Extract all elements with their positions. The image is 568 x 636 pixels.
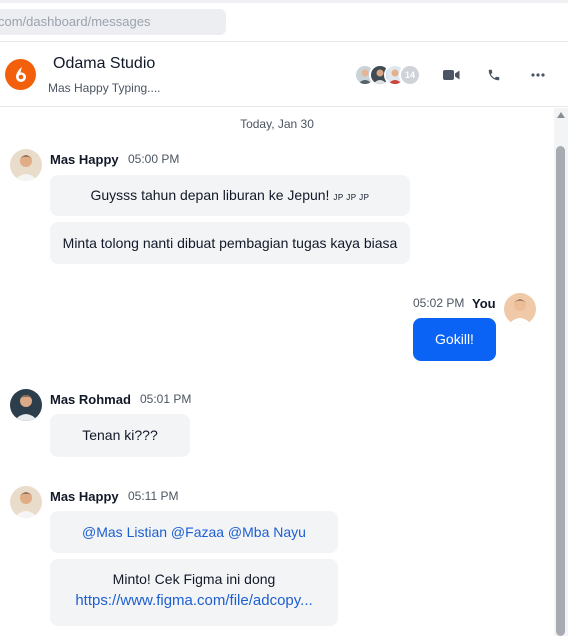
sender-name: Mas Happy [50,152,119,167]
chat-app: com/dashboard/messages Odama Studio Mas … [0,0,568,636]
flag-emojis: JP JP JP [333,193,370,202]
avatar-you[interactable] [504,293,536,325]
message-bubble: Minto! Cek Figma ini dong https://www.fi… [50,559,338,626]
message-text: Guysss tahun depan liburan ke Jepun! [90,187,330,203]
sender-name: Mas Happy [50,489,119,504]
message-time: 05:11 PM [128,489,179,503]
chat-header: Odama Studio Mas Happy Typing.... 14 [0,43,568,107]
voice-call-button[interactable] [484,65,504,85]
scrollbar-thumb[interactable] [556,146,565,636]
avatar-mas-rohmad[interactable] [10,389,42,421]
video-camera-icon [442,70,459,80]
video-call-button[interactable] [441,65,461,85]
odama-logo-icon [5,59,36,90]
message-text: Minta tolong nanti dibuat pembagian tuga… [62,235,398,251]
address-bar: com/dashboard/messages [0,0,568,42]
date-separator: Today, Jan 30 [240,117,314,131]
sender-name: Mas Rohmad [50,392,131,407]
scroll-up-arrow-icon[interactable] [557,112,565,118]
message-bubble-mine: Gokill! [413,318,496,361]
scrollbar[interactable] [554,108,568,636]
typing-status: Mas Happy Typing.... [48,81,161,95]
message-link[interactable]: https://www.figma.com/file/adcopy... [50,590,338,612]
url-field[interactable]: com/dashboard/messages [0,9,226,35]
message-text: Gokill! [435,331,474,347]
top-divider [0,0,568,3]
sender-name: You [472,296,496,311]
message-text: Minto! Cek Figma ini dong [112,571,276,587]
message-bubble: Guysss tahun depan liburan ke Jepun! JP … [50,175,410,216]
phone-icon [488,69,500,81]
avatar-mas-happy[interactable] [10,486,42,518]
message-time: 05:01 PM [140,392,192,406]
message-bubble: @Mas Listian @Fazaa @Mba Nayu [50,511,338,553]
more-horizontal-icon [531,73,545,77]
message-time: 05:00 PM [128,152,180,166]
avatar-mas-happy[interactable] [10,149,42,181]
member-avatars[interactable]: 14 [354,64,421,86]
member-count-badge: 14 [399,64,421,86]
mention-list[interactable]: @Mas Listian @Fazaa @Mba Nayu [82,524,306,540]
message-list[interactable]: Today, Jan 30 Mas Happy 05:00 PM Guysss … [0,108,554,636]
more-options-button[interactable] [528,65,548,85]
message-time: 05:02 PM [413,296,465,310]
message-text: Tenan ki??? [82,427,158,443]
message-bubble: Minta tolong nanti dibuat pembagian tuga… [50,222,410,264]
chat-title: Odama Studio [53,55,156,72]
message-bubble: Tenan ki??? [50,414,190,457]
